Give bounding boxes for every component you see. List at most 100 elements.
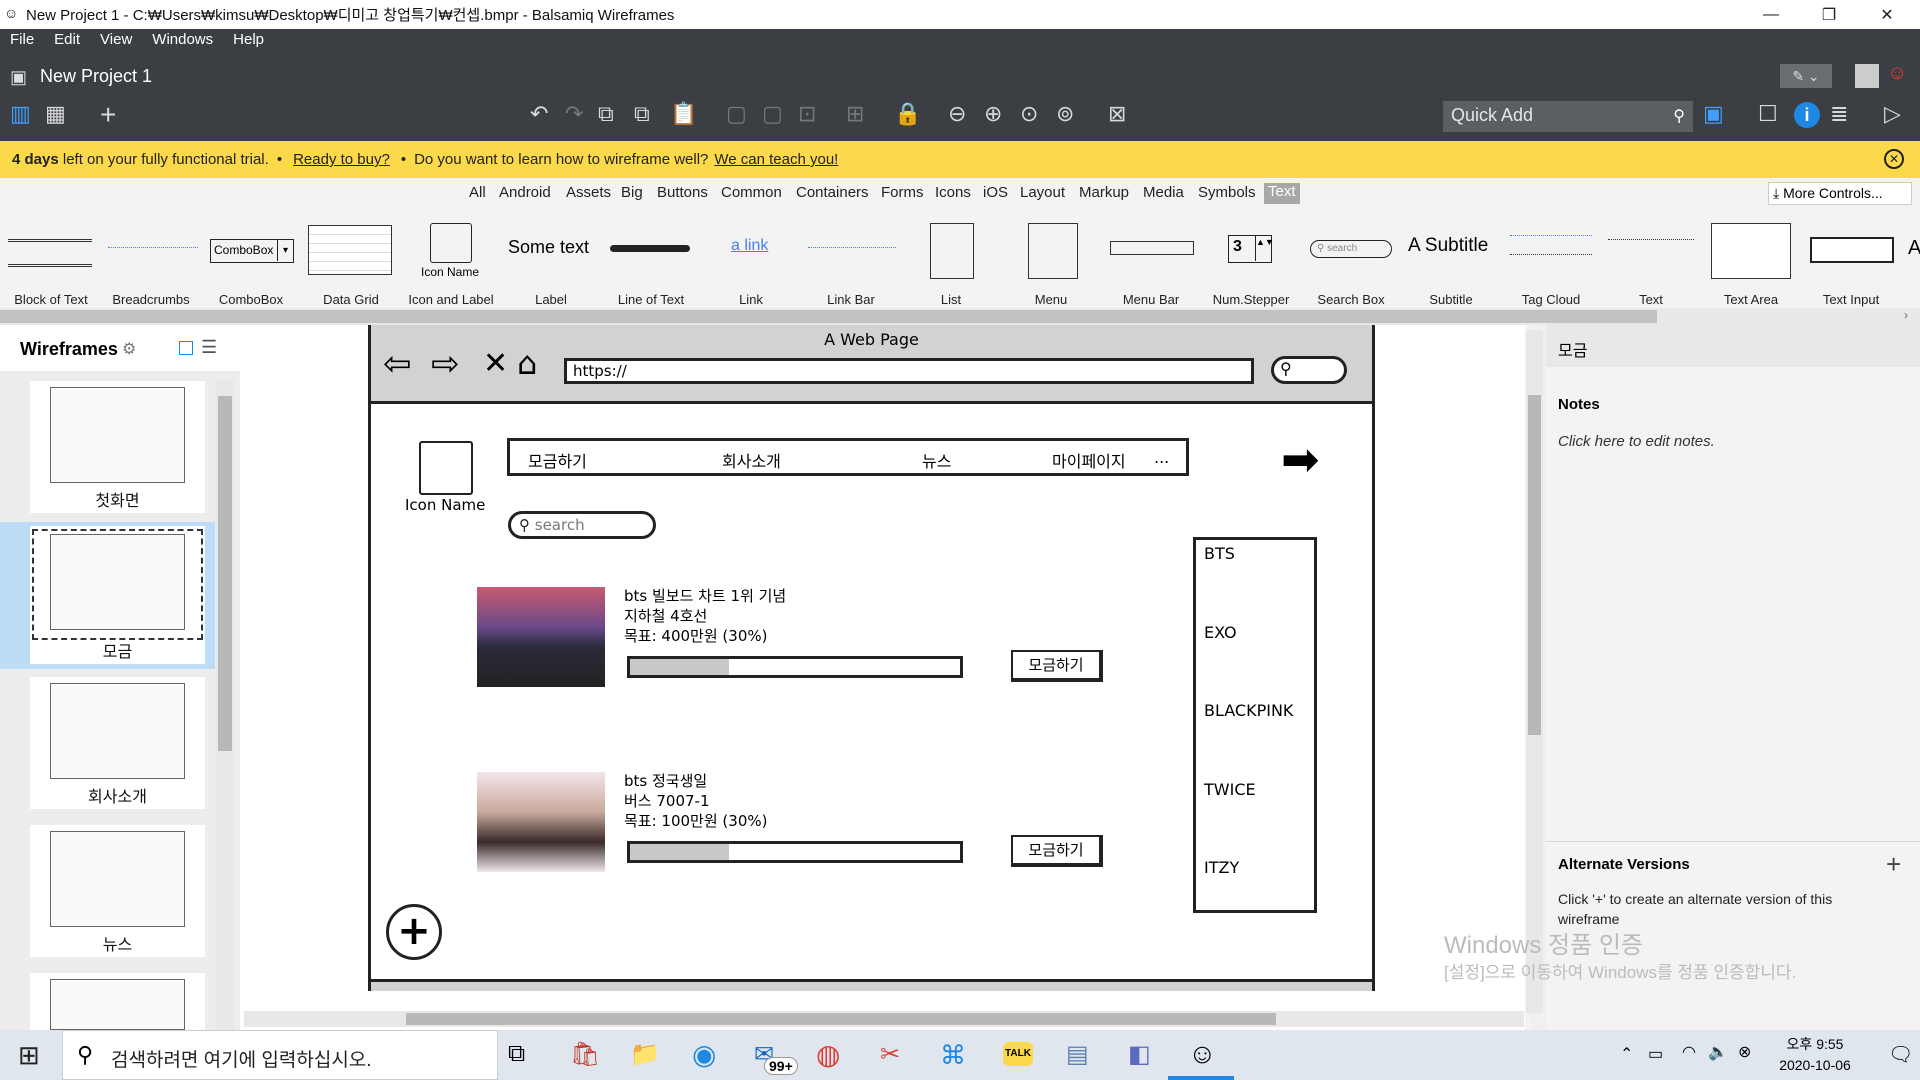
- library-scrollbar-thumb[interactable]: [0, 310, 1657, 323]
- wireframe-thumb-4[interactable]: 뉴스: [30, 825, 205, 957]
- big-a-preview[interactable]: A: [1908, 237, 1920, 260]
- browser-search-box[interactable]: ⚲: [1271, 356, 1347, 384]
- snipping-icon[interactable]: ✂: [880, 1040, 900, 1069]
- duplicate-icon[interactable]: ⧉: [634, 101, 650, 127]
- wifi-icon[interactable]: ◠: [1682, 1042, 1696, 1062]
- cat-big[interactable]: Big: [621, 184, 643, 201]
- menu-windows[interactable]: Windows: [142, 29, 223, 53]
- balsamiq-icon[interactable]: ☺: [1188, 1038, 1217, 1070]
- cat-buttons[interactable]: Buttons: [657, 184, 708, 201]
- nav-news[interactable]: 뉴스: [922, 448, 951, 472]
- presentation-icon[interactable]: ▷: [1884, 101, 1901, 127]
- page-search-box[interactable]: ⚲ search: [508, 511, 656, 539]
- nav-more[interactable]: ...: [1154, 448, 1169, 467]
- zoom-fit-icon[interactable]: ⊚: [1056, 101, 1074, 127]
- cat-forms[interactable]: Forms: [881, 184, 924, 201]
- data-grid-preview[interactable]: [308, 225, 392, 275]
- icon-and-label-preview[interactable]: [430, 223, 472, 263]
- smile-icon[interactable]: ☺: [1887, 62, 1907, 85]
- ungroup-icon[interactable]: ▢: [762, 101, 783, 127]
- task-view-icon[interactable]: ⧉: [508, 1040, 525, 1068]
- chrome-icon[interactable]: ◍: [816, 1038, 840, 1071]
- undo-icon[interactable]: ↶: [530, 101, 548, 127]
- clipboard-icon[interactable]: 📋: [670, 101, 697, 127]
- text-preview[interactable]: [1608, 239, 1694, 240]
- show-hidden-icons[interactable]: ⌃: [1620, 1044, 1633, 1064]
- logout-icon[interactable]: ➡: [1281, 432, 1320, 486]
- details-icon[interactable]: ≣: [1830, 101, 1848, 127]
- delete-icon[interactable]: ⊠: [1108, 101, 1126, 127]
- edge-icon[interactable]: ◉: [692, 1038, 716, 1071]
- wireframe-thumb-1[interactable]: 첫화면: [30, 381, 205, 513]
- home-icon[interactable]: ⌂: [517, 344, 537, 382]
- canvas[interactable]: A Web Page ⇦ ⇨ ✕ ⌂ https:// ⚲ Icon Name …: [240, 325, 1530, 1030]
- comment-icon[interactable]: ☐: [1758, 101, 1778, 127]
- menu-bar-preview[interactable]: [1110, 241, 1194, 255]
- nav-fundraise[interactable]: 모금하기: [528, 448, 587, 472]
- line-of-text-preview[interactable]: [610, 245, 690, 252]
- app-icon[interactable]: ▤: [1066, 1040, 1089, 1069]
- group-item[interactable]: TWICE: [1204, 780, 1256, 799]
- add-button[interactable]: +: [386, 904, 442, 960]
- breadcrumbs-preview[interactable]: [108, 247, 198, 248]
- combobox-preview[interactable]: ComboBox ▾: [210, 239, 294, 263]
- wireframes-options-icon[interactable]: ⚙: [122, 339, 136, 359]
- canvas-horizontal-scrollbar[interactable]: [244, 1011, 1524, 1027]
- ready-to-buy-link[interactable]: Ready to buy?: [293, 151, 390, 168]
- redo-icon[interactable]: ↷: [565, 101, 583, 127]
- cat-media[interactable]: Media: [1143, 184, 1184, 201]
- notifications-icon[interactable]: 🗨: [1888, 1042, 1913, 1067]
- canvas-vertical-scrollbar-thumb[interactable]: [1528, 395, 1541, 735]
- store-icon[interactable]: 🛍: [570, 1040, 600, 1069]
- kakaotalk-icon[interactable]: TALK: [1003, 1042, 1033, 1066]
- add-wireframe-icon[interactable]: +: [100, 99, 116, 131]
- cat-all[interactable]: All: [469, 184, 486, 201]
- edit-mode-dropdown[interactable]: ✎ ⌄: [1780, 64, 1832, 88]
- copy-icon[interactable]: ⧉: [598, 101, 614, 127]
- battery-icon[interactable]: ▭: [1648, 1044, 1663, 1064]
- lock-icon[interactable]: 🔒: [894, 101, 921, 127]
- block-of-text-preview[interactable]: [8, 239, 92, 267]
- file-explorer-icon[interactable]: 📁: [630, 1040, 660, 1069]
- group-item[interactable]: ITZY: [1204, 858, 1239, 877]
- group-icon[interactable]: ▢: [726, 101, 747, 127]
- label-preview[interactable]: Some text: [508, 237, 589, 258]
- clock[interactable]: 오후 9:55 2020-10-06: [1760, 1034, 1870, 1076]
- zoom-actual-icon[interactable]: ⊙: [1020, 101, 1038, 127]
- num-stepper-preview[interactable]: 3 ▲▼: [1228, 235, 1274, 263]
- restore-button[interactable]: ❐: [1800, 0, 1858, 29]
- subtitle-preview[interactable]: A Subtitle: [1408, 235, 1488, 257]
- zoom-out-icon[interactable]: ⊖: [948, 101, 966, 127]
- windows-start-icon[interactable]: ⊞: [18, 1040, 40, 1071]
- vscode-icon[interactable]: ⌘: [940, 1040, 966, 1071]
- cat-common[interactable]: Common: [721, 184, 782, 201]
- wireframe-thumb-5[interactable]: [30, 973, 205, 1030]
- teach-link[interactable]: We can teach you!: [714, 151, 838, 168]
- grid-view-icon[interactable]: ▦: [45, 101, 66, 127]
- donate-button[interactable]: 모금하기: [1011, 650, 1103, 682]
- menu-file[interactable]: File: [0, 29, 44, 53]
- canvas-horizontal-scrollbar-thumb[interactable]: [406, 1013, 1276, 1025]
- scroll-right-icon[interactable]: ›: [1904, 308, 1908, 322]
- forward-icon[interactable]: ⇨: [431, 344, 460, 384]
- menu-preview[interactable]: [1028, 223, 1078, 279]
- app-icon[interactable]: ◧: [1128, 1040, 1151, 1069]
- quick-add-input[interactable]: Quick Add ⚲: [1443, 101, 1693, 132]
- wireframe-thumb-3[interactable]: 회사소개: [30, 677, 205, 809]
- text-area-preview[interactable]: [1711, 223, 1791, 279]
- cat-containers[interactable]: Containers: [796, 184, 869, 201]
- back-icon[interactable]: ⇦: [383, 344, 412, 384]
- ime-icon[interactable]: ⊗: [1738, 1042, 1751, 1062]
- logo-placeholder[interactable]: [419, 441, 473, 495]
- search-box-preview[interactable]: ⚲ search: [1310, 240, 1392, 258]
- cat-assets[interactable]: Assets: [566, 184, 611, 201]
- menu-edit[interactable]: Edit: [44, 29, 90, 53]
- close-banner-icon[interactable]: ✕: [1884, 149, 1904, 169]
- zoom-in-icon[interactable]: ⊕: [984, 101, 1002, 127]
- arrange-icon[interactable]: ⊞: [846, 101, 864, 127]
- volume-icon[interactable]: 🔈: [1708, 1042, 1728, 1062]
- align-icon[interactable]: ⊡: [798, 101, 816, 127]
- single-view-icon[interactable]: ▥: [10, 101, 31, 127]
- cat-text[interactable]: Text: [1264, 183, 1300, 204]
- wireframes-scrollbar[interactable]: [216, 380, 234, 1030]
